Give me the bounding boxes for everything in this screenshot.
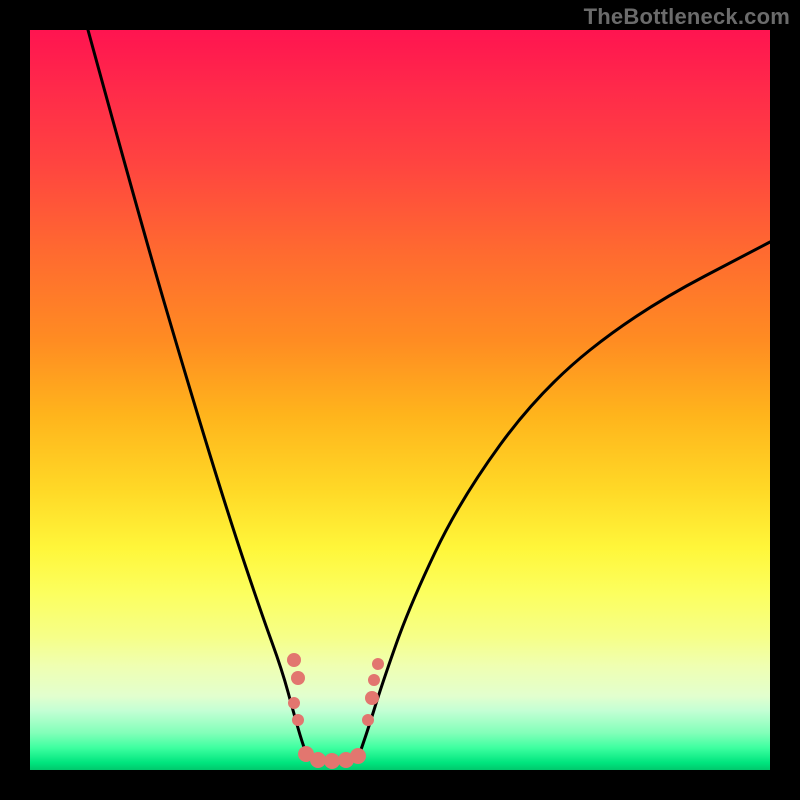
watermark-text: TheBottleneck.com bbox=[584, 4, 790, 30]
curve-left-branch bbox=[88, 30, 308, 758]
marker-dot bbox=[350, 748, 366, 764]
marker-dot bbox=[372, 658, 384, 670]
plot-area bbox=[30, 30, 770, 770]
marker-dot bbox=[288, 697, 300, 709]
marker-dot bbox=[291, 671, 305, 685]
markers-layer bbox=[287, 653, 384, 769]
chart-frame: TheBottleneck.com bbox=[0, 0, 800, 800]
chart-svg bbox=[30, 30, 770, 770]
marker-dot bbox=[292, 714, 304, 726]
marker-dot bbox=[362, 714, 374, 726]
marker-dot bbox=[324, 753, 340, 769]
marker-dot bbox=[365, 691, 379, 705]
marker-dot bbox=[310, 752, 326, 768]
curve-right-branch bbox=[358, 242, 770, 758]
marker-dot bbox=[368, 674, 380, 686]
marker-dot bbox=[287, 653, 301, 667]
curve-layer bbox=[88, 30, 770, 761]
